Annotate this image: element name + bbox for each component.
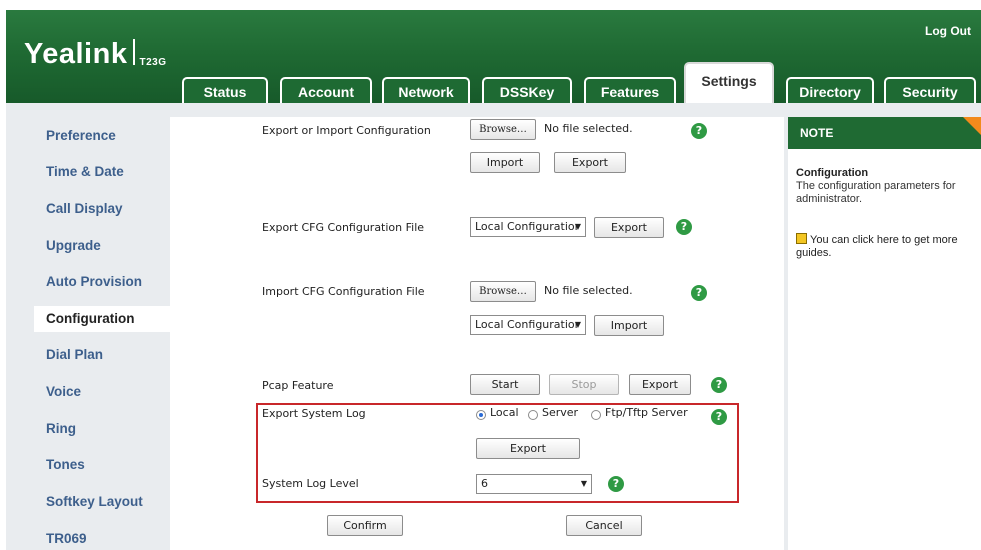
note-header: NOTE — [788, 117, 981, 149]
cancel-button[interactable]: Cancel — [566, 515, 642, 536]
tab-dsskey[interactable]: DSSKey — [482, 77, 572, 103]
import-cfg-select-value: Local Configuratior — [475, 318, 580, 331]
note-title: Configuration — [796, 167, 869, 179]
sidebar-item-dial-plan[interactable]: Dial Plan — [34, 342, 170, 368]
export-import-label: Export or Import Configuration — [262, 124, 431, 137]
sidebar-item-preference[interactable]: Preference — [34, 123, 170, 149]
radio-server-label: Server — [542, 406, 579, 419]
radio-ftp-tftp-server-label: Ftp/Tftp Server — [605, 406, 688, 419]
file-status: No file selected. — [544, 122, 633, 135]
logo-separator — [133, 39, 136, 65]
model-name: T23G — [139, 57, 167, 68]
radio-server[interactable] — [528, 410, 538, 420]
help-icon[interactable]: ? — [608, 476, 624, 492]
top-header: Log Out Yealink T23G Status Account Netwo… — [6, 10, 981, 103]
help-icon[interactable]: ? — [711, 377, 727, 393]
guide-book-icon — [796, 233, 807, 244]
chevron-down-icon: ▼ — [574, 320, 581, 329]
confirm-button[interactable]: Confirm — [327, 515, 403, 536]
import-cfg-label: Import CFG Configuration File — [262, 285, 425, 298]
note-panel: NOTE Configuration The configuration par… — [788, 117, 981, 550]
import-cfg-browse-button[interactable]: Browse… — [470, 281, 536, 302]
guide-link[interactable]: You can click here to get more guides. — [796, 233, 976, 260]
pcap-stop-button[interactable]: Stop — [549, 374, 619, 395]
export-button[interactable]: Export — [554, 152, 626, 173]
system-log-export-button[interactable]: Export — [476, 438, 580, 459]
tab-directory[interactable]: Directory — [786, 77, 874, 103]
export-cfg-select[interactable]: Local Configuratior ▼ — [470, 217, 586, 237]
chevron-down-icon: ▼ — [580, 479, 587, 488]
export-cfg-button[interactable]: Export — [594, 217, 664, 238]
guide-link-text: You can click here to get more guides. — [796, 234, 958, 259]
import-cfg-select[interactable]: Local Configuratior ▼ — [470, 315, 586, 335]
tab-account[interactable]: Account — [280, 77, 372, 103]
note-corner-decoration — [963, 117, 981, 135]
pcap-label: Pcap Feature — [262, 379, 334, 392]
export-cfg-label: Export CFG Configuration File — [262, 221, 425, 234]
tab-network[interactable]: Network — [382, 77, 470, 103]
sidebar-item-time-date[interactable]: Time & Date — [34, 159, 170, 185]
import-button[interactable]: Import — [470, 152, 540, 173]
sidebar-item-tones[interactable]: Tones — [34, 452, 170, 478]
help-icon[interactable]: ? — [691, 285, 707, 301]
system-log-level-select[interactable]: 6 ▼ — [476, 474, 592, 494]
note-text: The configuration parameters for adminis… — [796, 180, 956, 205]
help-icon[interactable]: ? — [691, 123, 707, 139]
help-icon[interactable]: ? — [711, 409, 727, 425]
pcap-start-button[interactable]: Start — [470, 374, 540, 395]
system-log-level-value: 6 — [481, 477, 488, 490]
pcap-export-button[interactable]: Export — [629, 374, 691, 395]
sidebar-item-auto-provision[interactable]: Auto Provision — [34, 269, 170, 295]
sidebar-item-voice[interactable]: Voice — [34, 379, 170, 405]
main-panel: Export or Import Configuration Browse… N… — [170, 117, 784, 550]
radio-ftp-tftp-server[interactable] — [591, 410, 601, 420]
brand-name: Yealink — [24, 38, 128, 70]
content-frame: Preference Time & Date Call Display Upgr… — [6, 103, 981, 550]
radio-local[interactable] — [476, 410, 486, 420]
help-icon[interactable]: ? — [676, 219, 692, 235]
radio-local-label: Local — [490, 406, 519, 419]
logout-link[interactable]: Log Out — [925, 24, 971, 38]
export-cfg-select-value: Local Configuratior — [475, 220, 580, 233]
sidebar-item-softkey-layout[interactable]: Softkey Layout — [34, 489, 170, 515]
sidebar: Preference Time & Date Call Display Upgr… — [34, 117, 170, 550]
sidebar-item-configuration[interactable]: Configuration — [34, 306, 170, 332]
brand-logo: Yealink T23G — [24, 38, 166, 71]
tab-status[interactable]: Status — [182, 77, 268, 103]
system-log-level-label: System Log Level — [262, 477, 359, 490]
tab-security[interactable]: Security — [884, 77, 976, 103]
sidebar-item-call-display[interactable]: Call Display — [34, 196, 170, 222]
sidebar-item-ring[interactable]: Ring — [34, 416, 170, 442]
chevron-down-icon: ▼ — [574, 222, 581, 231]
tab-features[interactable]: Features — [584, 77, 676, 103]
import-cfg-file-status: No file selected. — [544, 284, 633, 297]
tab-settings[interactable]: Settings — [684, 62, 774, 103]
sidebar-item-tr069[interactable]: TR069 — [34, 526, 170, 550]
import-cfg-button[interactable]: Import — [594, 315, 664, 336]
browse-button[interactable]: Browse… — [470, 119, 536, 140]
sidebar-item-upgrade[interactable]: Upgrade — [34, 233, 170, 259]
export-system-log-label: Export System Log — [262, 407, 366, 420]
